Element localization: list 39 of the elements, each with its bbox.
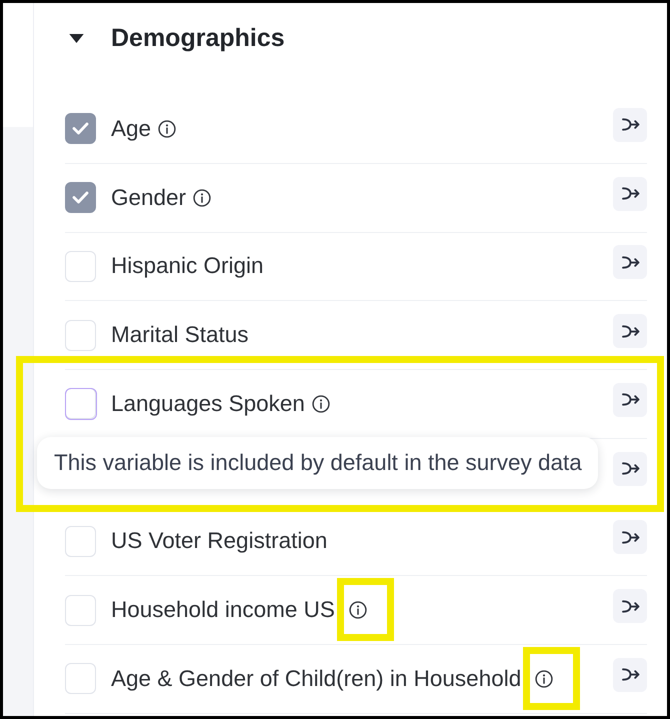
variable-label: Age	[111, 116, 152, 142]
variable-label: US Voter Registration	[111, 528, 328, 554]
row-action-button[interactable]	[613, 382, 647, 417]
variable-label: Languages Spoken	[111, 390, 305, 417]
caret-icon[interactable]	[69, 34, 84, 42]
section-heading: Demographics	[111, 24, 285, 52]
checkbox[interactable]	[65, 182, 96, 214]
curved-arrow-icon	[620, 392, 640, 408]
curved-arrow-icon	[620, 186, 640, 202]
curved-arrow-icon	[620, 254, 640, 270]
variable-label: Marital Status	[111, 322, 249, 348]
row-action-button[interactable]	[613, 245, 647, 280]
info-icon[interactable]	[535, 670, 554, 688]
variable-label: Gender	[111, 184, 186, 211]
row-action-button[interactable]	[613, 452, 647, 486]
curved-arrow-icon	[620, 461, 640, 476]
curved-arrow-icon	[620, 530, 640, 545]
info-icon[interactable]	[158, 120, 176, 138]
checkmark-icon	[72, 191, 89, 204]
checkmark-icon	[72, 122, 89, 136]
checkbox[interactable]	[65, 388, 96, 420]
row-action-button[interactable]	[613, 520, 647, 554]
tooltip: This variable is included by default in the survey data	[37, 437, 598, 490]
info-icon[interactable]	[193, 188, 212, 207]
variable-label: Household income US	[111, 597, 335, 624]
row-action-button[interactable]	[613, 314, 647, 348]
curved-arrow-icon	[620, 324, 640, 339]
curved-arrow-icon	[620, 117, 640, 132]
info-icon[interactable]	[312, 394, 330, 413]
curved-arrow-icon	[620, 667, 640, 682]
row-action-button[interactable]	[613, 658, 647, 692]
curved-arrow-icon	[620, 598, 640, 614]
variable-label: Hispanic Origin	[111, 253, 264, 280]
row-action-button[interactable]	[613, 589, 647, 624]
info-icon[interactable]	[348, 601, 367, 620]
checkbox[interactable]	[65, 113, 96, 144]
row-action-button[interactable]	[613, 108, 647, 142]
row-action-button[interactable]	[613, 176, 647, 211]
variable-label: Age & Gender of Child(ren) in Household	[111, 666, 522, 692]
